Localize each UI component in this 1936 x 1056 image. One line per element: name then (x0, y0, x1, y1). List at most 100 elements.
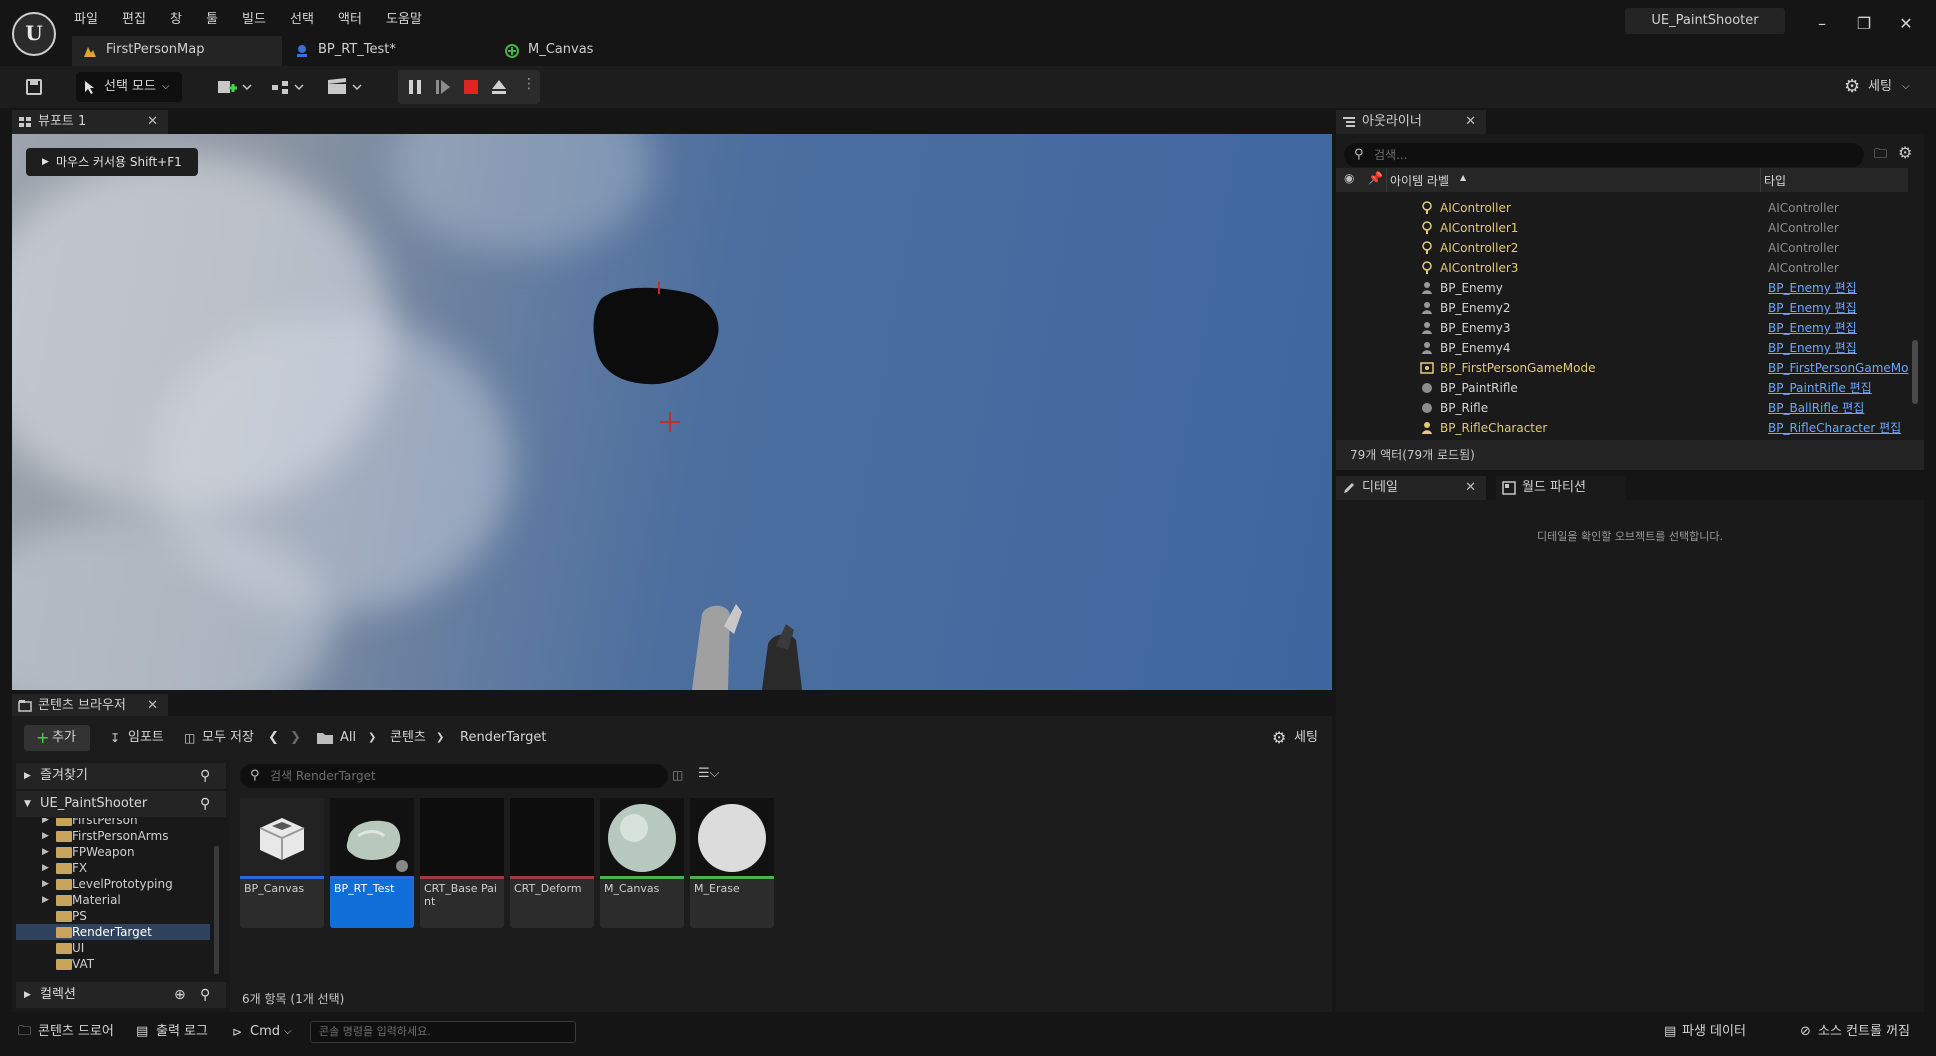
breadcrumb-all[interactable]: All (340, 725, 370, 751)
import-button[interactable]: ↧ 임포트 (108, 725, 168, 751)
folder-ps[interactable]: PS (16, 908, 210, 924)
outliner-row[interactable]: BP_PaintRifle BP_PaintRifle 편집 (1336, 378, 1908, 398)
menu-tools[interactable]: 툴 (206, 10, 218, 30)
cb-settings-button[interactable]: ⚙ 세팅 (1270, 725, 1326, 751)
menu-edit[interactable]: 편집 (122, 10, 146, 30)
minimize-icon[interactable]: – (1804, 10, 1840, 38)
column-item-label[interactable]: 아이템 라벨 (1390, 172, 1449, 189)
outliner-row[interactable]: BP_Enemy4 BP_Enemy 편집 (1336, 338, 1908, 358)
mouse-cursor-hint[interactable]: ▶ 마우스 커서용 Shift+F1 (26, 148, 198, 176)
outliner-scrollbar[interactable] (1912, 340, 1918, 404)
menu-actor[interactable]: 액터 (338, 10, 362, 30)
visibility-eye-icon[interactable]: ◉ (1344, 171, 1354, 185)
menu-help[interactable]: 도움말 (386, 10, 422, 30)
menu-file[interactable]: 파일 (74, 10, 98, 30)
stop-icon[interactable] (462, 78, 480, 96)
menu-select[interactable]: 선택 (290, 10, 314, 30)
tab-details[interactable]: 디테일 ✕ (1336, 476, 1486, 500)
close-icon[interactable]: ✕ (1465, 476, 1476, 500)
settings-button[interactable]: ⚙ 세팅 ⌵ (1840, 72, 1926, 102)
breadcrumb-content[interactable]: 콘텐츠 (390, 725, 440, 751)
outliner-row[interactable]: BP_FirstPersonGameMode BP_FirstPersonGame… (1336, 358, 1908, 378)
more-options-icon[interactable]: ⋮ (522, 76, 536, 92)
folder-vat[interactable]: VAT (16, 956, 210, 972)
eject-icon[interactable] (490, 78, 508, 96)
pause-icon[interactable] (406, 78, 424, 96)
folder-fpweapon[interactable]: ▶ FPWeapon (16, 844, 210, 860)
asset-tile[interactable]: M_Canvas (600, 798, 684, 928)
menu-window[interactable]: 창 (170, 10, 182, 30)
favorites-header[interactable]: ▶ 즐겨찾기 ⚲ (16, 763, 226, 789)
derived-data-button[interactable]: ▤ 파생 데이터 (1660, 1019, 1760, 1045)
add-collection-icon[interactable]: ⊕ (174, 982, 186, 1008)
search-icon[interactable]: ⚲ (200, 791, 210, 817)
folder-firstperson[interactable]: ▶ FirstPerson (16, 818, 210, 828)
asset-tile[interactable]: CRT_Base Paint (420, 798, 504, 928)
asset-tile[interactable]: BP_Canvas (240, 798, 324, 928)
step-icon[interactable] (434, 78, 452, 96)
tab-viewport[interactable]: 뷰포트 1 ✕ (12, 110, 168, 134)
blueprint-menu-icon[interactable] (268, 72, 310, 102)
unreal-logo-icon[interactable]: U (12, 12, 56, 56)
tree-scrollbar[interactable] (214, 846, 219, 974)
folder-rendertarget[interactable]: RenderTarget (16, 924, 210, 940)
close-icon[interactable]: ✕ (147, 694, 158, 718)
cinematics-icon[interactable] (324, 72, 366, 102)
asset-tile[interactable]: BP_RT_Test (330, 798, 414, 928)
folder-firstpersonarms[interactable]: ▶ FirstPersonArms (16, 828, 210, 844)
content-drawer-button[interactable]: 🗀 콘텐츠 드로어 (14, 1019, 118, 1045)
tab-outliner[interactable]: 아웃라이너 ✕ (1336, 110, 1486, 134)
project-root-header[interactable]: ▼ UE_PaintShooter ⚲ (16, 791, 226, 817)
output-log-button[interactable]: ▤ 출력 로그 (134, 1019, 214, 1045)
outliner-row[interactable]: BP_RifleCharacter BP_RifleCharacter 편집 (1336, 418, 1908, 438)
save-all-button[interactable]: ◫ 모두 저장 (182, 725, 262, 751)
console-input[interactable]: 콘솔 명령을 입력하세요. (310, 1021, 576, 1043)
outliner-row[interactable]: BP_Rifle BP_BallRifle 편집 (1336, 398, 1908, 418)
close-icon[interactable]: ✕ (1465, 110, 1476, 134)
gear-icon[interactable]: ⚙ (1898, 143, 1916, 162)
outliner-row[interactable]: BP_Enemy3 BP_Enemy 편집 (1336, 318, 1908, 338)
outliner-search-input[interactable]: ⚲ 검색... (1344, 143, 1864, 167)
asset-tile[interactable]: M_Erase (690, 798, 774, 928)
filter-icon[interactable]: ☰⌵ (698, 766, 734, 786)
back-icon[interactable]: ❮ (268, 725, 288, 751)
asset-tile[interactable]: CRT_Deform (510, 798, 594, 928)
folder-levelprototyping[interactable]: ▶ LevelPrototyping (16, 876, 210, 892)
close-icon[interactable]: ✕ (1888, 10, 1924, 38)
selection-mode-dropdown[interactable]: 선택 모드 ⌵ (76, 72, 182, 102)
add-folder-icon[interactable]: 🗀 (1874, 145, 1892, 163)
collections-header[interactable]: ▶ 컬렉션 ⊕ ⚲ (16, 982, 226, 1008)
folder-ui[interactable]: UI (16, 940, 210, 956)
asset-search-input[interactable]: ⚲ 검색 RenderTarget (240, 764, 668, 788)
add-button[interactable]: + 추가 (24, 725, 90, 751)
outliner-row[interactable]: BP_Enemy BP_Enemy 편집 (1336, 278, 1908, 298)
outliner-row[interactable]: AIController1 AIController (1336, 218, 1908, 238)
tab-world-partition[interactable]: 월드 파티션 (1496, 476, 1626, 500)
outliner-row[interactable]: BP_Enemy2 BP_Enemy 편집 (1336, 298, 1908, 318)
tab-m-canvas[interactable]: M_Canvas (494, 36, 694, 66)
column-type[interactable]: 타입 (1764, 172, 1786, 189)
folder-material[interactable]: ▶ Material (16, 892, 210, 908)
tab-first-person-map[interactable]: FirstPersonMap (72, 36, 282, 66)
search-icon[interactable]: ⚲ (200, 763, 210, 789)
close-icon[interactable]: ✕ (147, 110, 158, 134)
folder-icon[interactable] (316, 725, 336, 751)
tab-content-browser[interactable]: 콘텐츠 브라우저 ✕ (12, 694, 168, 718)
add-actor-icon[interactable] (212, 72, 254, 102)
outliner-row[interactable]: AIController AIController (1336, 198, 1908, 218)
search-icon[interactable]: ⚲ (200, 982, 210, 1008)
level-viewport[interactable]: ▶ 마우스 커서용 Shift+F1 (12, 134, 1332, 690)
save-icon[interactable] (18, 72, 50, 102)
outliner-row[interactable]: AIController2 AIController (1336, 238, 1908, 258)
restore-icon[interactable]: ❐ (1846, 10, 1882, 38)
tab-bp-rt-test[interactable]: BP_RT_Test* (284, 36, 490, 66)
pin-icon[interactable]: 📌 (1368, 171, 1383, 185)
menu-build[interactable]: 빌드 (242, 10, 266, 30)
folder-fx[interactable]: ▶ FX (16, 860, 210, 876)
breadcrumb-rendertarget[interactable]: RenderTarget (460, 725, 560, 751)
forward-icon[interactable]: ❯ (290, 725, 310, 751)
outliner-row[interactable]: AIController3 AIController (1336, 258, 1908, 278)
cmd-dropdown[interactable]: ⊳ Cmd ⌵ (230, 1019, 300, 1045)
source-control-button[interactable]: ⊘ 소스 컨트롤 꺼짐 (1796, 1019, 1928, 1045)
save-search-icon[interactable]: ◫ (672, 768, 688, 784)
